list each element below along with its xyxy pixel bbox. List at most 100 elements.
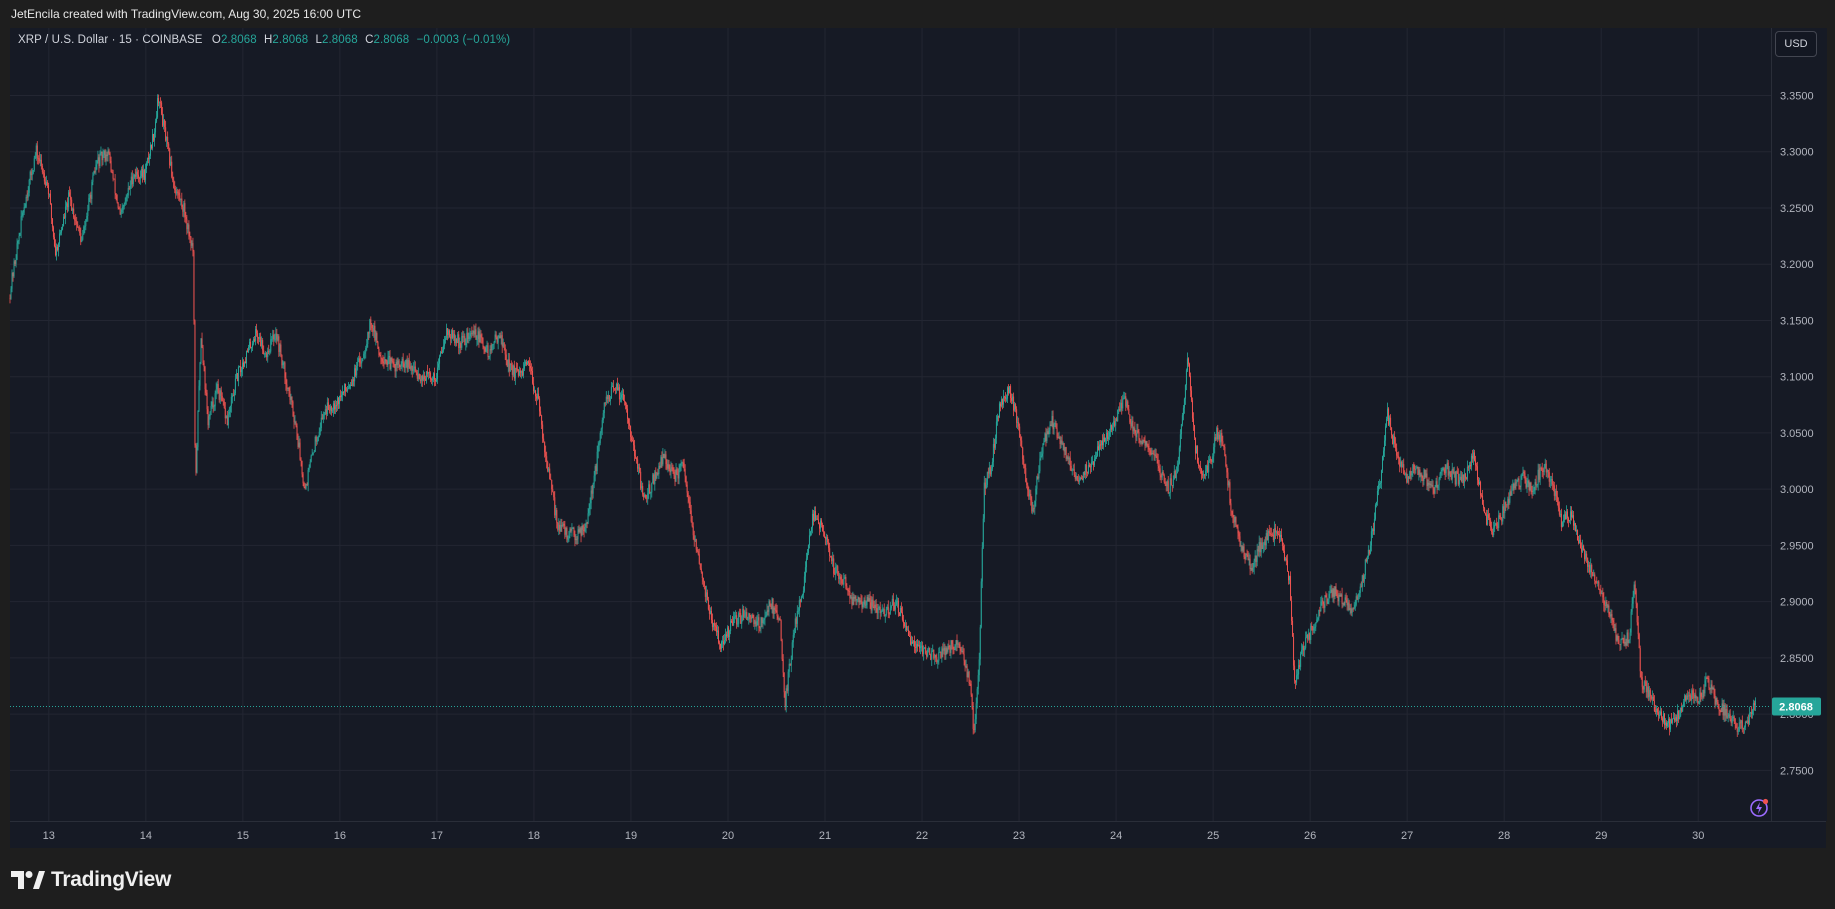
- candle-body: [387, 357, 389, 366]
- assistant-spark-icon[interactable]: [1748, 797, 1770, 819]
- candle-body: [1608, 605, 1610, 615]
- symbol-legend: XRP / U.S. Dollar · 15 · COINBASE O2.806…: [18, 34, 510, 46]
- candle-body: [441, 352, 443, 353]
- candle-body: [973, 728, 975, 731]
- candle-body: [1158, 465, 1160, 469]
- candle-body: [240, 369, 242, 373]
- candle-body: [609, 398, 611, 401]
- candle-body: [1034, 500, 1036, 509]
- candle-body: [727, 627, 729, 637]
- candle-body: [347, 388, 349, 392]
- candle-body: [1210, 458, 1212, 460]
- candle-body: [1674, 718, 1676, 721]
- candle-body: [1546, 469, 1548, 473]
- tradingview-logo[interactable]: TradingView: [11, 868, 171, 892]
- candle-body: [1265, 533, 1267, 546]
- candle-body: [118, 207, 120, 210]
- candle-body: [270, 339, 272, 352]
- candle-body: [1030, 493, 1032, 501]
- candle-body: [925, 647, 927, 654]
- candle-body: [1149, 449, 1151, 451]
- candle-body: [1631, 603, 1633, 612]
- candle-body: [1273, 528, 1275, 541]
- candle-body: [165, 127, 167, 141]
- candle-body: [644, 494, 646, 498]
- candle-body: [1073, 469, 1075, 475]
- candle-body: [743, 609, 745, 617]
- candle-body: [572, 528, 574, 529]
- candlestick-chart[interactable]: 2.75002.80002.85002.90002.95003.00003.05…: [0, 0, 1835, 909]
- candle-body: [625, 401, 627, 405]
- candle-body: [694, 539, 696, 541]
- candle-body: [631, 437, 633, 441]
- candle-body: [470, 333, 472, 334]
- candle-body: [622, 393, 624, 401]
- candle-body: [1107, 432, 1109, 440]
- candle-body: [89, 194, 91, 198]
- candle-body: [17, 241, 19, 244]
- candle-body: [1234, 517, 1236, 523]
- candle-body: [1601, 592, 1603, 594]
- candle-body: [832, 558, 834, 562]
- candle-body: [632, 440, 634, 442]
- candle-body: [522, 368, 524, 376]
- candle-body: [754, 621, 756, 625]
- candle-body: [847, 589, 849, 592]
- candle-body: [703, 581, 705, 587]
- candle-body: [1545, 463, 1547, 473]
- candle-body: [1085, 464, 1087, 473]
- candle-body: [710, 610, 712, 621]
- candle-body: [433, 373, 435, 380]
- candle-body: [1269, 533, 1271, 535]
- currency-button[interactable]: USD: [1775, 31, 1817, 57]
- candle-body: [755, 621, 757, 627]
- candle-body: [1549, 480, 1551, 482]
- candle-body: [1010, 386, 1012, 398]
- candle-body: [1346, 600, 1348, 606]
- candle-body: [1216, 427, 1218, 440]
- candle-body: [1532, 491, 1534, 493]
- candle-body: [286, 384, 288, 389]
- candle-body: [915, 646, 917, 648]
- candle-body: [1205, 471, 1207, 476]
- candle-body: [535, 390, 537, 397]
- candle-body: [255, 329, 257, 342]
- candle-body: [1521, 473, 1523, 476]
- candle-body: [322, 414, 324, 420]
- candle-body: [18, 235, 20, 242]
- candle-body: [1548, 472, 1550, 482]
- candle-body: [1044, 433, 1046, 442]
- candle-body: [1673, 718, 1675, 720]
- candle-body: [1688, 695, 1690, 697]
- candle-body: [392, 361, 394, 363]
- candle-body: [1090, 462, 1092, 468]
- candle-body: [410, 365, 412, 369]
- candle-body: [354, 368, 356, 382]
- candle-body: [1607, 605, 1609, 608]
- candle-body: [1364, 559, 1366, 576]
- time-tick-label: 23: [1013, 830, 1025, 842]
- candle-body: [1203, 474, 1205, 476]
- candle-body: [1384, 440, 1386, 451]
- candle-body: [406, 360, 408, 369]
- candle-body: [276, 333, 278, 341]
- candle-body: [1413, 464, 1415, 470]
- candle-body: [968, 671, 970, 683]
- candle-body: [1109, 431, 1111, 437]
- candle-body: [1223, 445, 1225, 447]
- candle-body: [629, 423, 631, 426]
- candle-body: [226, 416, 228, 426]
- candle-body: [1263, 541, 1265, 546]
- candle-body: [117, 202, 119, 208]
- candle-body: [357, 362, 359, 366]
- candle-body: [1693, 694, 1695, 699]
- candle-body: [1602, 592, 1604, 598]
- candle-body: [1182, 407, 1184, 416]
- candle-body: [730, 620, 732, 632]
- candle-body: [1215, 437, 1217, 440]
- candle-body: [179, 195, 181, 201]
- candle-body: [995, 421, 997, 439]
- candle-body: [938, 652, 940, 661]
- candle-body: [1419, 469, 1421, 477]
- time-tick-label: 14: [140, 830, 152, 842]
